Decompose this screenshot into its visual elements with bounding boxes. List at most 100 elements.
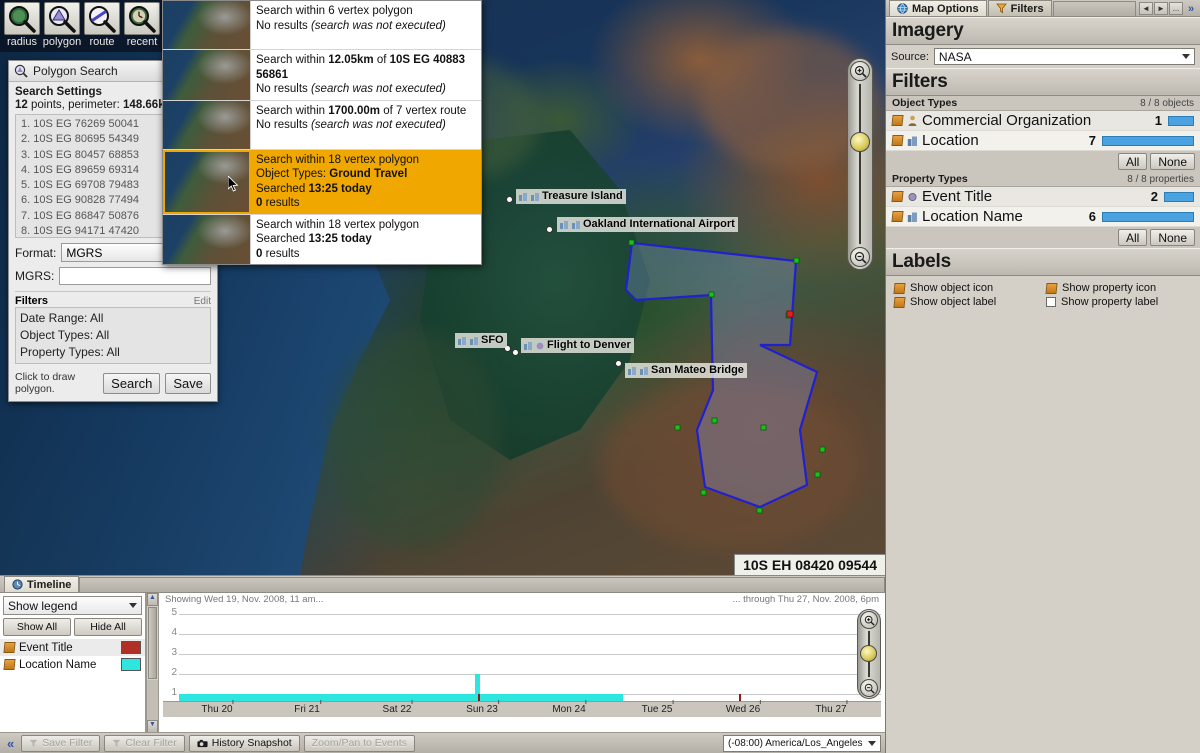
tabbar-controls: ◄ ► ... »: [1137, 2, 1200, 16]
timezone-select[interactable]: (-08:00) America/Los_Angeles: [723, 734, 881, 752]
tool-recent[interactable]: recent: [122, 2, 162, 52]
checkbox-checked-icon[interactable]: [3, 642, 16, 653]
collapse-panel-button[interactable]: «: [4, 736, 17, 751]
map-point-marker[interactable]: [546, 226, 553, 233]
list-item[interactable]: Search within 6 vertex polygon No result…: [163, 1, 481, 50]
filter-row-event-title[interactable]: Event Title 2: [886, 187, 1200, 207]
x-axis-notch: [232, 700, 234, 704]
recent-search-icon: [124, 2, 160, 35]
timeline-zoom-track[interactable]: [860, 631, 877, 677]
timeline-vertical-scrollbar[interactable]: ▲ ▼: [146, 593, 159, 733]
history-thumbnail: [163, 1, 251, 49]
checkbox-checked-icon[interactable]: [891, 135, 904, 146]
legend-color-swatch: [121, 641, 141, 654]
option-show-property-icon[interactable]: Show property icon: [1045, 282, 1192, 294]
filter-row-location-name[interactable]: Location Name 6: [886, 207, 1200, 227]
tab-timeline[interactable]: Timeline: [4, 576, 80, 592]
save-filter-button[interactable]: Save Filter: [21, 734, 101, 752]
building-icon: [907, 136, 917, 146]
checkbox-checked-icon[interactable]: [891, 115, 904, 126]
list-item-selected[interactable]: Search within 18 vertex polygon Object T…: [163, 149, 481, 215]
map-zoom-in-button[interactable]: [850, 61, 870, 81]
checkbox-checked-icon[interactable]: [893, 296, 906, 308]
zoom-pan-to-events-button[interactable]: Zoom/Pan to Events: [303, 734, 415, 752]
x-axis-notch: [846, 700, 848, 704]
timeline-zoom-handle[interactable]: [860, 645, 877, 662]
checkbox-unchecked-icon[interactable]: [1046, 297, 1056, 307]
filter-name: Event Title: [922, 188, 993, 205]
list-item[interactable]: Search within 1700.00m of 7 vertex route…: [163, 100, 481, 150]
legend-item-location-name[interactable]: Location Name: [0, 656, 145, 673]
building-icon: [531, 192, 539, 201]
map-zoom-out-button[interactable]: [850, 247, 870, 267]
timeline-range-end: ... through Thu 27, Nov. 2008, 6pm: [732, 594, 879, 605]
timeline-plot-area[interactable]: 5 4 3 2 1: [163, 605, 881, 715]
timeline-zoom-slider[interactable]: [857, 609, 881, 699]
map-zoom-track[interactable]: [850, 84, 870, 244]
save-button[interactable]: Save: [165, 372, 211, 394]
scrollbar-thumb[interactable]: [148, 607, 157, 679]
legend-item-label: Location Name: [19, 658, 97, 671]
property-types-all-button[interactable]: All: [1117, 229, 1148, 246]
map-label-oakland-airport[interactable]: Oakland International Airport: [557, 217, 738, 232]
tab-filters[interactable]: Filters: [987, 0, 1052, 16]
history-line1-mid: of: [373, 54, 390, 66]
timeline-zoom-in-button[interactable]: [860, 611, 878, 629]
panel-expand-button[interactable]: »: [1184, 2, 1198, 15]
tool-route[interactable]: route: [82, 2, 122, 52]
search-button[interactable]: Search: [103, 372, 161, 394]
map-label-sfo[interactable]: SFO: [455, 333, 507, 348]
tab-scroll-left-button[interactable]: ◄: [1139, 2, 1153, 15]
checkbox-checked-icon[interactable]: [893, 282, 906, 294]
option-show-object-icon[interactable]: Show object icon: [893, 282, 1040, 294]
map-point-marker[interactable]: [615, 360, 622, 367]
hide-all-button[interactable]: Hide All: [74, 618, 142, 636]
checkbox-checked-icon[interactable]: [891, 191, 904, 202]
map-zoom-slider[interactable]: [847, 58, 873, 270]
list-item[interactable]: Search within 12.05km of 10S EG 40883 56…: [163, 50, 481, 101]
show-all-button[interactable]: Show All: [3, 618, 71, 636]
option-show-object-label[interactable]: Show object label: [893, 296, 1040, 308]
summary-mid: points, perimeter:: [27, 99, 124, 111]
mgrs-input[interactable]: [59, 267, 211, 285]
tab-overflow-button[interactable]: ...: [1169, 2, 1183, 15]
checkbox-checked-icon[interactable]: [1045, 282, 1058, 294]
property-types-none-button[interactable]: None: [1150, 229, 1195, 246]
search-history-dropdown[interactable]: Search within 6 vertex polygon No result…: [162, 0, 482, 265]
history-line1-pre: Search within: [256, 54, 329, 66]
filter-row-commercial-organization[interactable]: Commercial Organization 1: [886, 111, 1200, 131]
tab-scroll-right-button[interactable]: ►: [1154, 2, 1168, 15]
option-show-property-label[interactable]: Show property label: [1046, 296, 1192, 308]
edit-filters-link[interactable]: Edit: [194, 296, 211, 307]
map-point-marker[interactable]: [512, 349, 519, 356]
legend-item-event-title[interactable]: Event Title: [0, 639, 145, 656]
object-types-all-button[interactable]: All: [1117, 153, 1148, 170]
filter-row-location[interactable]: Location 7: [886, 131, 1200, 151]
map-label-san-mateo-bridge[interactable]: San Mateo Bridge: [625, 363, 747, 378]
map-point-marker[interactable]: [506, 196, 513, 203]
y-axis-tick: 3: [171, 647, 177, 658]
gridline: [179, 674, 881, 675]
scrollbar-track[interactable]: [147, 680, 158, 720]
legend-mode-select[interactable]: Show legend: [3, 596, 142, 615]
tool-polygon[interactable]: polygon: [42, 2, 82, 52]
list-item[interactable]: Search within 18 vertex polygon Searched…: [163, 214, 481, 264]
tab-map-options[interactable]: Map Options: [889, 0, 987, 16]
map-zoom-handle[interactable]: [850, 132, 870, 152]
timeline-zoom-out-button[interactable]: [860, 679, 878, 697]
checkbox-checked-icon[interactable]: [891, 211, 904, 222]
chevron-down-icon: [868, 740, 876, 746]
scroll-up-button[interactable]: ▲: [147, 593, 158, 606]
clear-filter-button[interactable]: Clear Filter: [104, 734, 185, 752]
object-types-none-button[interactable]: None: [1150, 153, 1195, 170]
mgrs-row: MGRS:: [15, 267, 211, 285]
history-snapshot-button[interactable]: History Snapshot: [188, 734, 300, 752]
imagery-source-select[interactable]: NASA: [933, 48, 1195, 65]
tool-radius[interactable]: radius: [2, 2, 42, 52]
option-label: Show object icon: [910, 282, 994, 294]
map-label-treasure-island[interactable]: Treasure Island: [516, 189, 626, 204]
legend-mode-value: Show legend: [8, 598, 78, 613]
map-label-flight-to-denver[interactable]: Flight to Denver: [521, 338, 634, 353]
timeline-chart[interactable]: Showing Wed 19, Nov. 2008, 11 am... ... …: [159, 593, 885, 733]
checkbox-checked-icon[interactable]: [3, 659, 16, 670]
